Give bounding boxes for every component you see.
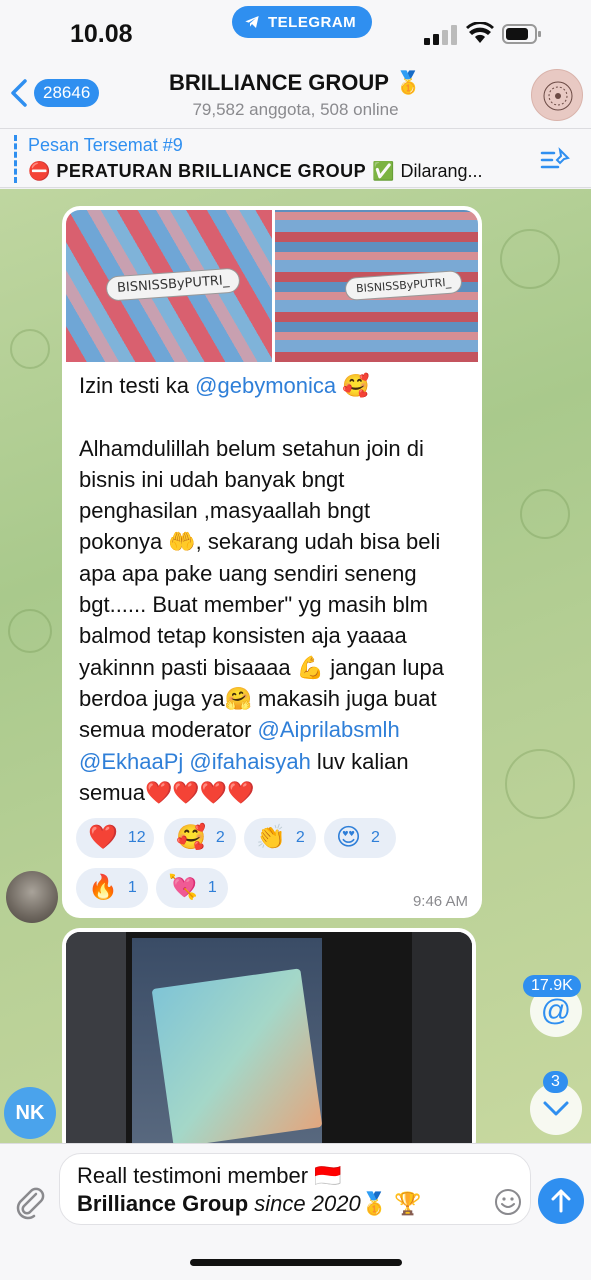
telegram-icon bbox=[245, 16, 259, 28]
home-indicator bbox=[190, 1259, 402, 1266]
message-bubble[interactable] bbox=[62, 928, 476, 1143]
background-doodle bbox=[520, 489, 570, 539]
check-icon: ✅ bbox=[372, 161, 395, 181]
pinned-list-icon[interactable] bbox=[540, 147, 570, 173]
chevron-down-icon bbox=[543, 1101, 569, 1116]
fire-icon: 🔥 bbox=[88, 874, 118, 901]
mention-link[interactable]: @EkhaaPj bbox=[79, 749, 183, 774]
draft-line-2: Brilliance Group since 2020🥇 🏆 bbox=[77, 1190, 422, 1218]
background-doodle bbox=[505, 749, 575, 819]
photo-caption-label: BISNISSByPUTRI_ bbox=[105, 267, 242, 302]
mention-link[interactable]: @gebymonica bbox=[195, 373, 336, 398]
draft-italic: since 2020 bbox=[248, 1191, 361, 1216]
mention-link[interactable]: @ifahaisyah bbox=[189, 749, 310, 774]
reaction-chip-fire[interactable]: 🔥 1 bbox=[76, 868, 148, 908]
heart-eyes-icon: 😍 bbox=[336, 824, 362, 851]
message-draft: Reall testimoni member 🇮🇩 Brilliance Gro… bbox=[77, 1162, 422, 1218]
reaction-chip-heart[interactable]: ❤️ 12 bbox=[76, 818, 154, 858]
pinned-preview-rest: Dilarang... bbox=[400, 161, 483, 181]
pinned-preview-bold: PERATURAN BRILLIANCE GROUP bbox=[56, 161, 367, 181]
red-heart-icon: ❤️ bbox=[88, 824, 118, 851]
message-bubble[interactable]: BISNISSByPUTRI_ BISNISSByPUTRI_ Izin tes… bbox=[62, 206, 482, 918]
reaction-count: 1 bbox=[207, 879, 217, 896]
telegram-return-pill[interactable]: TELEGRAM bbox=[232, 6, 373, 38]
pinned-preview: ⛔ PERATURAN BRILLIANCE GROUP ✅ Dilarang.… bbox=[28, 161, 538, 182]
telegram-pill-label: TELEGRAM bbox=[268, 13, 357, 31]
message-line-prefix: Izin testi ka bbox=[79, 373, 196, 398]
send-button[interactable] bbox=[538, 1178, 584, 1224]
reaction-count: 2 bbox=[371, 829, 380, 846]
pinned-message-bar[interactable]: Pesan Tersemat #9 ⛔ PERATURAN BRILLIANCE… bbox=[0, 128, 591, 188]
cellular-signal-icon bbox=[424, 25, 457, 45]
message-timestamp: 9:46 AM bbox=[412, 893, 468, 910]
video-frame bbox=[132, 938, 323, 1143]
chat-background: BISNISSByPUTRI_ BISNISSByPUTRI_ Izin tes… bbox=[0, 189, 591, 1143]
reaction-count: 2 bbox=[295, 829, 305, 846]
mention-link[interactable]: @Aiprilabsmlh bbox=[258, 717, 400, 742]
reaction-chip-clap[interactable]: 👏 2 bbox=[244, 818, 316, 858]
background-doodle bbox=[10, 329, 50, 369]
photo-attachment[interactable]: BISNISSByPUTRI_ bbox=[66, 210, 272, 362]
battery-icon bbox=[502, 24, 541, 44]
mentions-count-badge: 17.9K bbox=[523, 975, 581, 997]
at-sign-icon: @ bbox=[540, 994, 572, 1027]
video-attachment[interactable] bbox=[66, 932, 472, 1143]
unread-count-badge: 3 bbox=[543, 1071, 568, 1093]
message-input[interactable]: Reall testimoni member 🇮🇩 Brilliance Gro… bbox=[59, 1153, 531, 1225]
status-bar: 10.08 TELEGRAM bbox=[0, 0, 591, 62]
group-avatar[interactable] bbox=[531, 69, 583, 121]
photo-attachment[interactable]: BISNISSByPUTRI_ bbox=[275, 210, 478, 362]
smiling-hearts-icon: 🥰 bbox=[336, 373, 370, 398]
background-doodle bbox=[8, 609, 52, 653]
member-count: 79,582 anggota, 508 online bbox=[192, 100, 399, 119]
clapping-hands-icon: 👏 bbox=[256, 824, 286, 851]
emoji-icon[interactable] bbox=[494, 1188, 522, 1216]
reaction-chip-heart-arrow[interactable]: 💘 1 bbox=[156, 868, 228, 908]
chat-header: 28646 BRILLIANCE GROUP 🥇 79,582 anggota,… bbox=[0, 62, 591, 128]
arrow-up-icon bbox=[551, 1189, 571, 1213]
banknote-image bbox=[151, 968, 323, 1143]
paperclip-icon[interactable] bbox=[12, 1184, 48, 1220]
reaction-count: 2 bbox=[215, 829, 225, 846]
reaction-count: 1 bbox=[127, 879, 137, 896]
clock: 10.08 bbox=[70, 20, 133, 48]
wifi-icon bbox=[466, 22, 494, 43]
smiling-hearts-icon: 🥰 bbox=[176, 824, 206, 851]
heart-arrow-icon: 💘 bbox=[168, 874, 198, 901]
background-doodle bbox=[500, 229, 560, 289]
draft-bold: Brilliance Group bbox=[77, 1191, 249, 1216]
sender-avatar[interactable] bbox=[6, 871, 58, 923]
group-logo-icon bbox=[543, 81, 573, 111]
video-blur-edge bbox=[66, 932, 126, 1143]
reaction-chip-smiling-hearts[interactable]: 🥰 2 bbox=[164, 818, 236, 858]
video-blur-edge bbox=[412, 932, 472, 1143]
chat-title[interactable]: BRILLIANCE GROUP 🥇 bbox=[0, 70, 591, 96]
message-text: Izin testi ka @gebymonica 🥰 Alhamdulilla… bbox=[79, 370, 479, 808]
pinned-indicator bbox=[14, 135, 17, 183]
reaction-count: 12 bbox=[127, 829, 146, 846]
medal-trophy-icon: 🥇 🏆 bbox=[360, 1191, 422, 1216]
no-entry-icon: ⛔ bbox=[28, 161, 51, 181]
draft-line-1: Reall testimoni member 🇮🇩 bbox=[77, 1163, 342, 1188]
sender-avatar-nk[interactable]: NK bbox=[4, 1087, 56, 1139]
reaction-chip-heart-eyes[interactable]: 😍 2 bbox=[324, 818, 396, 858]
photo-caption-label: BISNISSByPUTRI_ bbox=[344, 269, 463, 302]
message-body: Alhamdulillah belum setahun join di bisn… bbox=[79, 435, 444, 743]
pinned-title: Pesan Tersemat #9 bbox=[28, 135, 183, 155]
